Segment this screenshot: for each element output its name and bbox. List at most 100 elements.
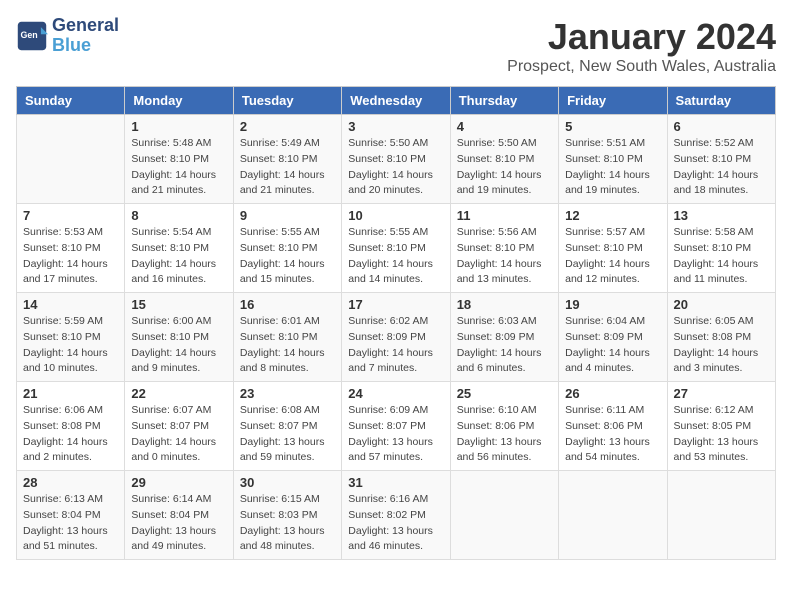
calendar-cell [559, 471, 667, 560]
day-number: 3 [348, 119, 443, 134]
calendar-cell: 16 Sunrise: 6:01 AM Sunset: 8:10 PM Dayli… [233, 293, 341, 382]
day-info: Sunrise: 6:13 AM Sunset: 8:04 PM Dayligh… [23, 492, 118, 555]
day-number: 23 [240, 386, 335, 401]
day-number: 17 [348, 297, 443, 312]
day-number: 6 [674, 119, 769, 134]
day-number: 18 [457, 297, 552, 312]
calendar-cell: 27Sunrise: 6:12 AM Sunset: 8:05 PM Dayli… [667, 382, 775, 471]
calendar-cell: 6 Sunrise: 5:52 AM Sunset: 8:10 PM Daylig… [667, 115, 775, 204]
day-info: Sunrise: 5:55 AM Sunset: 8:10 PM Dayligh… [240, 225, 335, 288]
day-info: Sunrise: 5:55 AM Sunset: 8:10 PM Dayligh… [348, 225, 443, 288]
calendar-week-row: 14Sunrise: 5:59 AM Sunset: 8:10 PM Dayli… [17, 293, 776, 382]
calendar-cell: 3 Sunrise: 5:50 AM Sunset: 8:10 PM Daylig… [342, 115, 450, 204]
logo: Gen General Blue [16, 16, 119, 56]
calendar-cell: 21 Sunrise: 6:06 AM Sunset: 8:08 PM Dayli… [17, 382, 125, 471]
calendar-cell: 31 Sunrise: 6:16 AM Sunset: 8:02 PM Dayli… [342, 471, 450, 560]
day-info: Sunrise: 6:08 AM Sunset: 8:07 PM Dayligh… [240, 403, 335, 466]
weekday-header: Friday [559, 87, 667, 115]
calendar-week-row: 1Sunrise: 5:48 AM Sunset: 8:10 PM Daylig… [17, 115, 776, 204]
weekday-header: Thursday [450, 87, 558, 115]
calendar-cell: 2Sunrise: 5:49 AM Sunset: 8:10 PM Daylig… [233, 115, 341, 204]
day-number: 2 [240, 119, 335, 134]
calendar-cell: 28 Sunrise: 6:13 AM Sunset: 8:04 PM Dayli… [17, 471, 125, 560]
day-info: Sunrise: 5:59 AM Sunset: 8:10 PM Dayligh… [23, 314, 118, 377]
calendar-cell: 15 Sunrise: 6:00 AM Sunset: 8:10 PM Dayli… [125, 293, 233, 382]
calendar-cell: 5 Sunrise: 5:51 AM Sunset: 8:10 PM Daylig… [559, 115, 667, 204]
day-number: 5 [565, 119, 660, 134]
day-number: 1 [131, 119, 226, 134]
day-number: 29 [131, 475, 226, 490]
weekday-header: Tuesday [233, 87, 341, 115]
calendar-cell: 24Sunrise: 6:09 AM Sunset: 8:07 PM Dayli… [342, 382, 450, 471]
weekday-header: Saturday [667, 87, 775, 115]
calendar-cell: 20 Sunrise: 6:05 AM Sunset: 8:08 PM Dayli… [667, 293, 775, 382]
calendar-cell: 30Sunrise: 6:15 AM Sunset: 8:03 PM Dayli… [233, 471, 341, 560]
calendar-cell [667, 471, 775, 560]
weekday-header-row: SundayMondayTuesdayWednesdayThursdayFrid… [17, 87, 776, 115]
day-info: Sunrise: 6:06 AM Sunset: 8:08 PM Dayligh… [23, 403, 118, 466]
day-info: Sunrise: 5:57 AM Sunset: 8:10 PM Dayligh… [565, 225, 660, 288]
day-number: 21 [23, 386, 118, 401]
day-info: Sunrise: 5:52 AM Sunset: 8:10 PM Dayligh… [674, 136, 769, 199]
day-info: Sunrise: 5:51 AM Sunset: 8:10 PM Dayligh… [565, 136, 660, 199]
day-number: 15 [131, 297, 226, 312]
day-number: 31 [348, 475, 443, 490]
calendar-cell [450, 471, 558, 560]
calendar-cell: 19Sunrise: 6:04 AM Sunset: 8:09 PM Dayli… [559, 293, 667, 382]
calendar-subtitle: Prospect, New South Wales, Australia [507, 58, 776, 76]
calendar-cell: 23 Sunrise: 6:08 AM Sunset: 8:07 PM Dayli… [233, 382, 341, 471]
logo-line1: General [52, 16, 119, 36]
calendar-cell: 22Sunrise: 6:07 AM Sunset: 8:07 PM Dayli… [125, 382, 233, 471]
day-info: Sunrise: 5:50 AM Sunset: 8:10 PM Dayligh… [457, 136, 552, 199]
day-number: 4 [457, 119, 552, 134]
day-number: 10 [348, 208, 443, 223]
day-info: Sunrise: 6:11 AM Sunset: 8:06 PM Dayligh… [565, 403, 660, 466]
day-info: Sunrise: 5:54 AM Sunset: 8:10 PM Dayligh… [131, 225, 226, 288]
calendar-cell: 12 Sunrise: 5:57 AM Sunset: 8:10 PM Dayli… [559, 204, 667, 293]
logo-line2: Blue [52, 36, 119, 56]
day-number: 28 [23, 475, 118, 490]
calendar-week-row: 21 Sunrise: 6:06 AM Sunset: 8:08 PM Dayli… [17, 382, 776, 471]
calendar-cell: 7 Sunrise: 5:53 AM Sunset: 8:10 PM Daylig… [17, 204, 125, 293]
day-info: Sunrise: 6:12 AM Sunset: 8:05 PM Dayligh… [674, 403, 769, 466]
calendar-cell: 9 Sunrise: 5:55 AM Sunset: 8:10 PM Daylig… [233, 204, 341, 293]
day-info: Sunrise: 6:01 AM Sunset: 8:10 PM Dayligh… [240, 314, 335, 377]
calendar-cell: 25Sunrise: 6:10 AM Sunset: 8:06 PM Dayli… [450, 382, 558, 471]
day-number: 20 [674, 297, 769, 312]
day-info: Sunrise: 6:10 AM Sunset: 8:06 PM Dayligh… [457, 403, 552, 466]
day-number: 13 [674, 208, 769, 223]
day-info: Sunrise: 6:16 AM Sunset: 8:02 PM Dayligh… [348, 492, 443, 555]
calendar-cell [17, 115, 125, 204]
calendar-cell: 8 Sunrise: 5:54 AM Sunset: 8:10 PM Daylig… [125, 204, 233, 293]
calendar-cell: 29Sunrise: 6:14 AM Sunset: 8:04 PM Dayli… [125, 471, 233, 560]
day-number: 12 [565, 208, 660, 223]
calendar-table: SundayMondayTuesdayWednesdayThursdayFrid… [16, 86, 776, 560]
calendar-cell: 10 Sunrise: 5:55 AM Sunset: 8:10 PM Dayli… [342, 204, 450, 293]
logo-icon: Gen [16, 20, 48, 52]
calendar-cell: 13Sunrise: 5:58 AM Sunset: 8:10 PM Dayli… [667, 204, 775, 293]
day-info: Sunrise: 6:04 AM Sunset: 8:09 PM Dayligh… [565, 314, 660, 377]
day-number: 16 [240, 297, 335, 312]
calendar-cell: 4 Sunrise: 5:50 AM Sunset: 8:10 PM Daylig… [450, 115, 558, 204]
day-number: 24 [348, 386, 443, 401]
calendar-cell: 11Sunrise: 5:56 AM Sunset: 8:10 PM Dayli… [450, 204, 558, 293]
day-info: Sunrise: 5:50 AM Sunset: 8:10 PM Dayligh… [348, 136, 443, 199]
day-number: 7 [23, 208, 118, 223]
weekday-header: Monday [125, 87, 233, 115]
day-info: Sunrise: 6:05 AM Sunset: 8:08 PM Dayligh… [674, 314, 769, 377]
day-info: Sunrise: 6:00 AM Sunset: 8:10 PM Dayligh… [131, 314, 226, 377]
calendar-cell: 18Sunrise: 6:03 AM Sunset: 8:09 PM Dayli… [450, 293, 558, 382]
calendar-title: January 2024 [507, 16, 776, 58]
day-info: Sunrise: 6:02 AM Sunset: 8:09 PM Dayligh… [348, 314, 443, 377]
calendar-cell: 14Sunrise: 5:59 AM Sunset: 8:10 PM Dayli… [17, 293, 125, 382]
day-info: Sunrise: 5:56 AM Sunset: 8:10 PM Dayligh… [457, 225, 552, 288]
calendar-cell: 1Sunrise: 5:48 AM Sunset: 8:10 PM Daylig… [125, 115, 233, 204]
weekday-header: Wednesday [342, 87, 450, 115]
day-number: 9 [240, 208, 335, 223]
calendar-week-row: 28 Sunrise: 6:13 AM Sunset: 8:04 PM Dayli… [17, 471, 776, 560]
svg-text:Gen: Gen [20, 30, 37, 40]
calendar-week-row: 7 Sunrise: 5:53 AM Sunset: 8:10 PM Daylig… [17, 204, 776, 293]
day-number: 26 [565, 386, 660, 401]
day-info: Sunrise: 5:53 AM Sunset: 8:10 PM Dayligh… [23, 225, 118, 288]
day-number: 8 [131, 208, 226, 223]
